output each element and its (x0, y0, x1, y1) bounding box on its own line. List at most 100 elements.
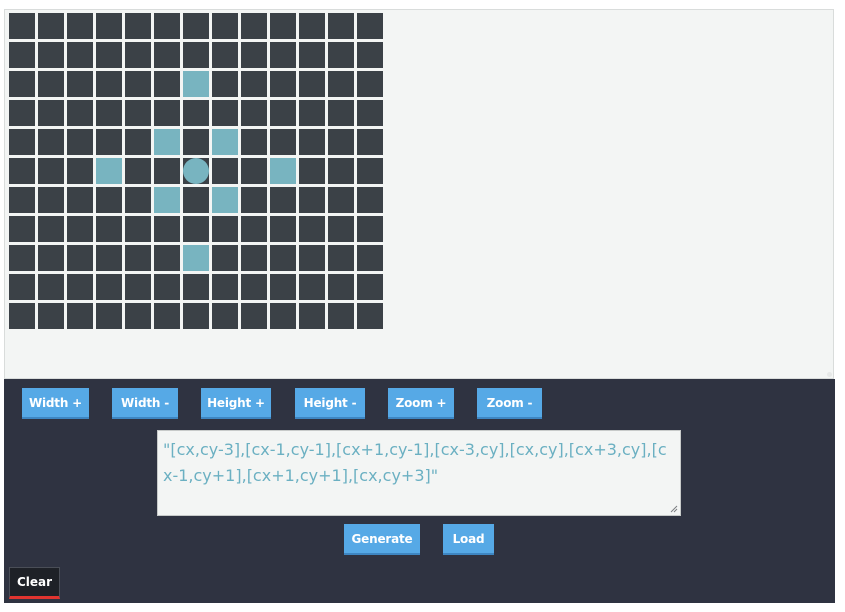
grid-cell[interactable] (270, 42, 296, 68)
grid-cell[interactable] (357, 274, 383, 300)
grid-cell[interactable] (9, 274, 35, 300)
grid-cell[interactable] (38, 303, 64, 329)
clear-button[interactable]: Clear (9, 567, 60, 599)
grid-cell[interactable] (299, 216, 325, 242)
grid-cell[interactable] (38, 187, 64, 213)
grid-cell[interactable] (67, 129, 93, 155)
grid-cell[interactable] (212, 216, 238, 242)
grid-cell[interactable] (96, 187, 122, 213)
grid-cell[interactable] (67, 42, 93, 68)
grid-cell[interactable] (9, 216, 35, 242)
grid-cell[interactable] (96, 42, 122, 68)
grid-cell[interactable] (328, 100, 354, 126)
grid-cell[interactable] (154, 303, 180, 329)
grid-cell[interactable] (241, 245, 267, 271)
grid-cell[interactable] (183, 129, 209, 155)
grid-cell[interactable] (270, 13, 296, 39)
grid-cell[interactable] (154, 274, 180, 300)
grid-cell[interactable] (125, 245, 151, 271)
grid-cell[interactable] (9, 129, 35, 155)
grid-cell[interactable] (212, 13, 238, 39)
grid-cell[interactable] (125, 187, 151, 213)
grid-cell-center[interactable] (183, 158, 209, 184)
generate-button[interactable]: Generate (344, 524, 420, 555)
grid-cell[interactable] (38, 216, 64, 242)
grid-cell[interactable] (328, 245, 354, 271)
grid-cell[interactable] (96, 274, 122, 300)
grid-cell[interactable] (357, 303, 383, 329)
grid-cell[interactable] (9, 187, 35, 213)
grid-cell[interactable] (154, 158, 180, 184)
grid-cell-active[interactable] (154, 187, 180, 213)
grid-cell[interactable] (270, 71, 296, 97)
grid-cell[interactable] (241, 274, 267, 300)
zoom-minus-button[interactable]: Zoom - (477, 388, 542, 419)
grid-cell[interactable] (67, 71, 93, 97)
grid-cell[interactable] (38, 42, 64, 68)
grid-cell[interactable] (328, 129, 354, 155)
grid-cell[interactable] (357, 100, 383, 126)
grid-cell[interactable] (96, 245, 122, 271)
grid-cell[interactable] (9, 158, 35, 184)
grid-cell[interactable] (183, 303, 209, 329)
grid-cell[interactable] (299, 303, 325, 329)
grid-cell[interactable] (125, 216, 151, 242)
grid-cell[interactable] (357, 13, 383, 39)
grid-cell[interactable] (125, 129, 151, 155)
grid-cell[interactable] (183, 13, 209, 39)
grid-cell[interactable] (9, 13, 35, 39)
grid-cell[interactable] (125, 158, 151, 184)
grid-cell[interactable] (154, 216, 180, 242)
grid-cell[interactable] (299, 187, 325, 213)
grid-cell-active[interactable] (212, 129, 238, 155)
grid-cell[interactable] (357, 245, 383, 271)
grid-cell[interactable] (299, 274, 325, 300)
grid-cell[interactable] (183, 274, 209, 300)
grid-cell[interactable] (299, 158, 325, 184)
grid-cell[interactable] (154, 13, 180, 39)
grid-cell[interactable] (241, 129, 267, 155)
grid-cell[interactable] (67, 303, 93, 329)
grid-cell[interactable] (357, 129, 383, 155)
grid-cell[interactable] (96, 129, 122, 155)
grid-cell[interactable] (241, 187, 267, 213)
grid-cell[interactable] (357, 216, 383, 242)
grid-cell[interactable] (212, 158, 238, 184)
grid-cell[interactable] (241, 71, 267, 97)
grid-cell[interactable] (96, 71, 122, 97)
grid-cell[interactable] (299, 129, 325, 155)
grid-cell[interactable] (183, 42, 209, 68)
width-plus-button[interactable]: Width + (22, 388, 89, 419)
grid-cell[interactable] (96, 303, 122, 329)
grid-cell[interactable] (9, 71, 35, 97)
grid-cell[interactable] (96, 100, 122, 126)
pattern-textarea[interactable]: "[cx,cy-3],[cx-1,cy-1],[cx+1,cy-1],[cx-3… (157, 430, 681, 516)
grid-cell[interactable] (241, 13, 267, 39)
grid-cell[interactable] (270, 274, 296, 300)
grid-cell[interactable] (125, 274, 151, 300)
width-minus-button[interactable]: Width - (112, 388, 178, 419)
grid-cell[interactable] (96, 13, 122, 39)
grid-cell-active[interactable] (183, 245, 209, 271)
grid-cell[interactable] (357, 42, 383, 68)
load-button[interactable]: Load (443, 524, 494, 555)
grid-cell[interactable] (357, 187, 383, 213)
grid-cell[interactable] (328, 216, 354, 242)
pixel-grid[interactable] (9, 13, 383, 329)
grid-cell[interactable] (241, 303, 267, 329)
grid-cell[interactable] (183, 216, 209, 242)
grid-cell[interactable] (125, 100, 151, 126)
grid-cell[interactable] (212, 71, 238, 97)
grid-cell[interactable] (270, 187, 296, 213)
grid-cell[interactable] (154, 71, 180, 97)
grid-cell[interactable] (183, 187, 209, 213)
grid-cell[interactable] (270, 245, 296, 271)
grid-cell[interactable] (67, 274, 93, 300)
grid-cell[interactable] (67, 187, 93, 213)
grid-cell-active[interactable] (96, 158, 122, 184)
grid-cell[interactable] (9, 100, 35, 126)
grid-cell[interactable] (241, 216, 267, 242)
grid-cell[interactable] (154, 100, 180, 126)
grid-cell[interactable] (9, 42, 35, 68)
grid-cell[interactable] (328, 303, 354, 329)
